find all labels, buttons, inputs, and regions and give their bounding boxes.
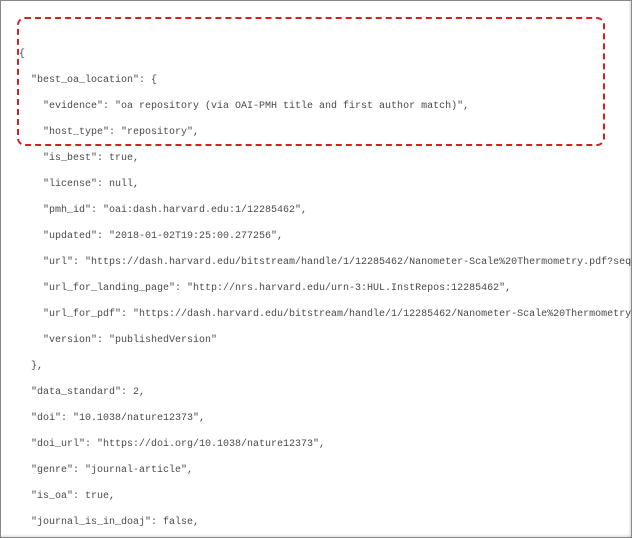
json-document: { "best_oa_location": { "evidence": "oa … — [0, 0, 632, 538]
code-line: "updated": "2018-01-02T19:25:00.277256", — [19, 230, 619, 243]
code-line: "is_oa": true, — [19, 490, 619, 503]
code-block: { "best_oa_location": { "evidence": "oa … — [19, 48, 619, 538]
code-line: "best_oa_location": { — [19, 74, 619, 87]
code-line: "is_best": true, — [19, 152, 619, 165]
code-line: "doi_url": "https://doi.org/10.1038/natu… — [19, 438, 619, 451]
code-line: "doi": "10.1038/nature12373", — [19, 412, 619, 425]
right-edge-shadow — [628, 1, 631, 537]
code-line: "host_type": "repository", — [19, 126, 619, 139]
code-line: { — [19, 48, 619, 61]
code-line: "genre": "journal-article", — [19, 464, 619, 477]
code-line: "url": "https://dash.harvard.edu/bitstre… — [19, 256, 619, 269]
code-line: "pmh_id": "oai:dash.harvard.edu:1/122854… — [19, 204, 619, 217]
code-line: }, — [19, 360, 619, 373]
code-line: "journal_is_in_doaj": false, — [19, 516, 619, 529]
code-line: "data_standard": 2, — [19, 386, 619, 399]
code-line: "url_for_pdf": "https://dash.harvard.edu… — [19, 308, 619, 321]
code-line: "license": null, — [19, 178, 619, 191]
code-line: "url_for_landing_page": "http://nrs.harv… — [19, 282, 619, 295]
code-line: "version": "publishedVersion" — [19, 334, 619, 347]
code-line: "evidence": "oa repository (via OAI-PMH … — [19, 100, 619, 113]
